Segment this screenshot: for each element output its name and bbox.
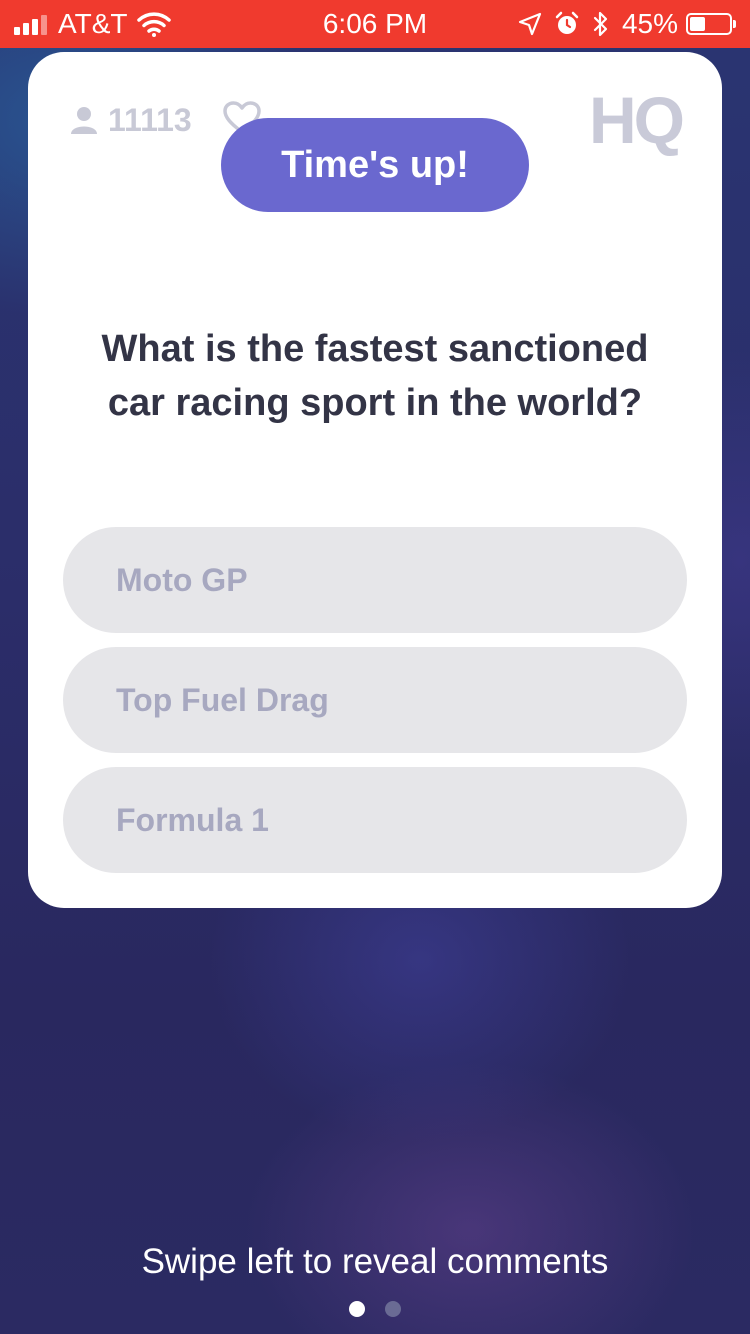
- answer-option[interactable]: Top Fuel Drag: [63, 647, 687, 753]
- status-bar: AT&T 6:06 PM 45%: [0, 0, 750, 48]
- bluetooth-icon: [593, 11, 608, 37]
- question-text: What is the fastest sanctioned car racin…: [101, 328, 649, 424]
- battery-percentage: 45%: [621, 8, 678, 39]
- battery-icon: [686, 13, 732, 35]
- swipe-hint: Swipe left to reveal comments: [141, 1242, 609, 1281]
- location-icon: [518, 12, 542, 36]
- page-dot-inactive[interactable]: [385, 1301, 401, 1317]
- question-card: 11113 HQ Time's up! What is the fastest …: [28, 52, 722, 908]
- status-right: 45%: [506, 8, 736, 40]
- answer-list: Moto GP Top Fuel Drag Formula 1: [63, 527, 687, 887]
- alarm-icon: [555, 11, 579, 34]
- times-up-banner: Time's up!: [221, 118, 529, 212]
- person-icon: [71, 107, 97, 134]
- page-dot-active[interactable]: [349, 1301, 365, 1317]
- viewer-count-value: 11113: [108, 101, 192, 138]
- hq-logo: HQ: [589, 83, 685, 157]
- answer-option[interactable]: Moto GP: [63, 527, 687, 633]
- viewer-count: 11113: [70, 100, 192, 140]
- answer-option[interactable]: Formula 1: [63, 767, 687, 873]
- page-indicator: [0, 1300, 750, 1318]
- battery-cap: [733, 20, 736, 28]
- battery-fill: [690, 17, 705, 31]
